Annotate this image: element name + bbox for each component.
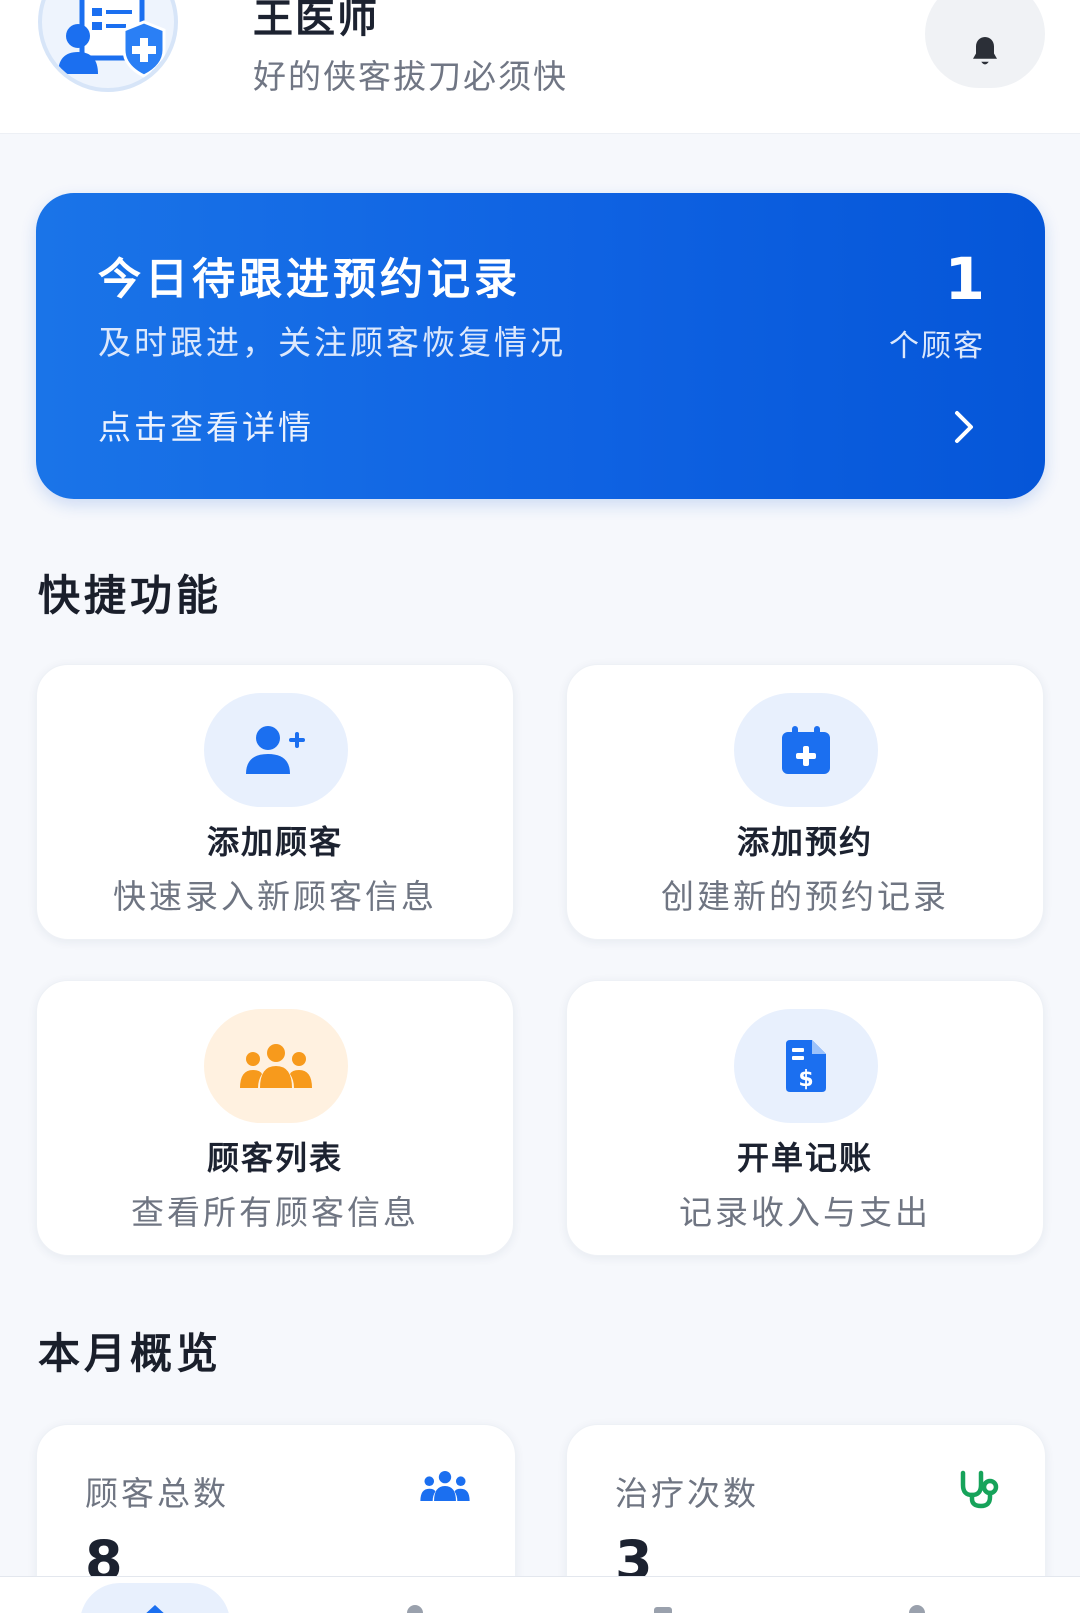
notification-button[interactable] xyxy=(925,0,1045,88)
card-description: 记录收入与支出 xyxy=(679,1193,931,1232)
card-title: 添加预约 xyxy=(736,823,873,861)
customer-list-icon-wrap xyxy=(204,1009,348,1123)
follow-up-banner[interactable]: 今日待跟进预约记录 及时跟进，关注顾客恢复情况 1 个顾客 点击查看详情 xyxy=(36,193,1045,499)
svg-text:$: $ xyxy=(798,1067,813,1092)
home-icon xyxy=(146,1605,164,1613)
quick-actions-title: 快捷功能 xyxy=(38,571,223,620)
card-description: 查看所有顾客信息 xyxy=(131,1193,419,1232)
invoice-dollar-icon: $ xyxy=(786,1040,826,1092)
nav-home[interactable] xyxy=(80,1577,230,1613)
calendar-plus-icon xyxy=(782,726,830,774)
doctor-name: 王医师 xyxy=(253,0,379,42)
user-icon xyxy=(407,1605,423,1613)
nav-records[interactable] xyxy=(588,1577,738,1613)
banner-subtitle: 及时跟进，关注顾客恢复情况 xyxy=(98,323,566,362)
add-customer-card[interactable]: 添加顾客 快速录入新顾客信息 xyxy=(36,664,514,940)
follow-up-count-unit: 个顾客 xyxy=(889,329,985,364)
top-header: 王医师 好的侠客拔刀必须快 xyxy=(0,0,1080,134)
document-icon xyxy=(654,1607,672,1613)
billing-icon-wrap: $ xyxy=(734,1009,878,1123)
customer-list-card[interactable]: 顾客列表 查看所有顾客信息 xyxy=(36,980,514,1256)
banner-title: 今日待跟进预约记录 xyxy=(98,255,521,305)
nav-profile[interactable] xyxy=(842,1577,992,1613)
card-title: 顾客列表 xyxy=(206,1139,343,1177)
stethoscope-icon xyxy=(960,1470,999,1509)
billing-card[interactable]: $ 开单记账 记录收入与支出 xyxy=(566,980,1044,1256)
overview-title: 本月概览 xyxy=(38,1329,223,1378)
add-customer-icon-wrap xyxy=(204,693,348,807)
avatar[interactable] xyxy=(38,0,178,92)
follow-up-count: 1 xyxy=(944,245,985,313)
user-plus-icon xyxy=(246,726,305,774)
users-group-icon xyxy=(420,1470,470,1502)
home-screen: 王医师 好的侠客拔刀必须快 今日待跟进预约记录 及时跟进，关注顾客恢复情况 1 … xyxy=(0,0,1080,1613)
medical-clipboard-shield-icon xyxy=(58,0,166,78)
view-details-link[interactable]: 点击查看详情 xyxy=(98,401,314,449)
chevron-right-icon[interactable] xyxy=(949,407,979,447)
stat-label: 治疗次数 xyxy=(615,1474,759,1513)
card-description: 创建新的预约记录 xyxy=(661,877,949,916)
nav-customers[interactable] xyxy=(340,1577,490,1613)
card-description: 快速录入新顾客信息 xyxy=(113,877,437,916)
add-appointment-icon-wrap xyxy=(734,693,878,807)
users-group-icon xyxy=(240,1044,312,1088)
stat-label: 顾客总数 xyxy=(85,1474,229,1513)
profile-icon xyxy=(909,1605,925,1613)
add-appointment-card[interactable]: 添加预约 创建新的预约记录 xyxy=(566,664,1044,940)
card-title: 开单记账 xyxy=(736,1139,873,1177)
bell-icon xyxy=(973,37,997,65)
bottom-nav xyxy=(0,1576,1080,1613)
doctor-motto: 好的侠客拔刀必须快 xyxy=(253,57,568,96)
card-title: 添加顾客 xyxy=(206,823,343,861)
